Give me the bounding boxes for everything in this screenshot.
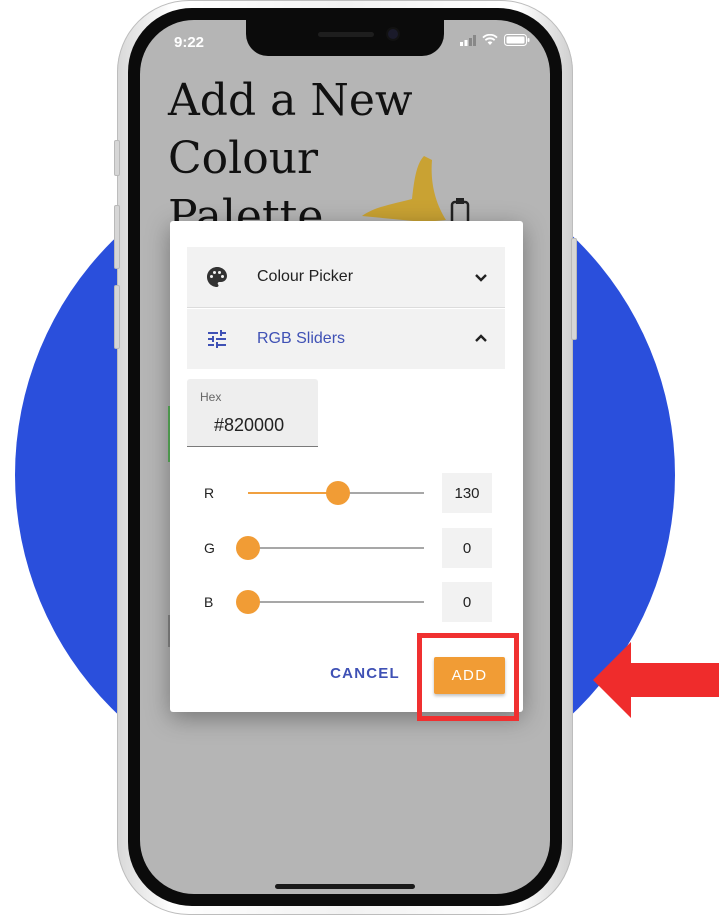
cancel-button[interactable]: CANCEL xyxy=(325,656,405,690)
wifi-icon xyxy=(482,34,498,45)
slider-label-b: B xyxy=(204,594,214,610)
battery-icon xyxy=(504,34,530,46)
panel-divider xyxy=(187,307,505,308)
earpiece-speaker xyxy=(318,32,374,37)
palette-icon xyxy=(207,267,227,287)
add-button-highlight xyxy=(417,633,519,721)
home-indicator[interactable] xyxy=(275,884,415,889)
slider-value-g[interactable]: 0 xyxy=(442,528,492,568)
slider-fill-red xyxy=(248,492,338,494)
slider-row-red: R 130 xyxy=(187,473,505,513)
panel-colour-picker[interactable]: Colour Picker xyxy=(187,247,505,307)
slider-track-blue[interactable] xyxy=(236,590,424,614)
panel-label-colour-picker: Colour Picker xyxy=(257,268,354,285)
arrow-left-icon xyxy=(593,642,719,718)
page-title-line: Add a New xyxy=(168,75,413,126)
slider-thumb-blue[interactable] xyxy=(236,590,260,614)
notch xyxy=(246,20,444,56)
slider-row-blue: B 0 xyxy=(187,582,505,622)
mute-switch xyxy=(114,140,120,176)
panel-label-rgb-sliders: RGB Sliders xyxy=(257,330,346,347)
hex-field-label: Hex xyxy=(200,390,222,404)
star-illustration xyxy=(362,156,446,222)
slider-track-green[interactable] xyxy=(236,536,424,560)
slider-track-red[interactable] xyxy=(248,481,424,505)
status-icons xyxy=(460,34,530,46)
slider-value-r[interactable]: 130 xyxy=(442,473,492,513)
slider-label-r: R xyxy=(204,485,215,501)
chevron-up-icon xyxy=(475,334,487,342)
slider-label-g: G xyxy=(204,540,215,556)
slider-thumb-red[interactable] xyxy=(325,481,350,505)
status-time: 9:22 xyxy=(174,34,205,51)
power-button xyxy=(571,238,577,340)
chevron-down-icon xyxy=(475,274,487,282)
slider-row-green: G 0 xyxy=(187,528,505,568)
hex-field[interactable]: Hex #820000 xyxy=(187,379,318,447)
hex-field-value: #820000 xyxy=(214,415,285,435)
front-camera xyxy=(388,29,398,39)
tune-sliders-icon xyxy=(208,330,226,348)
slider-thumb-green[interactable] xyxy=(236,536,260,560)
slider-value-b[interactable]: 0 xyxy=(442,582,492,622)
signal-icon xyxy=(460,34,476,46)
volume-up-button xyxy=(114,205,120,269)
volume-down-button xyxy=(114,285,120,349)
panel-rgb-sliders[interactable]: RGB Sliders xyxy=(187,309,505,369)
